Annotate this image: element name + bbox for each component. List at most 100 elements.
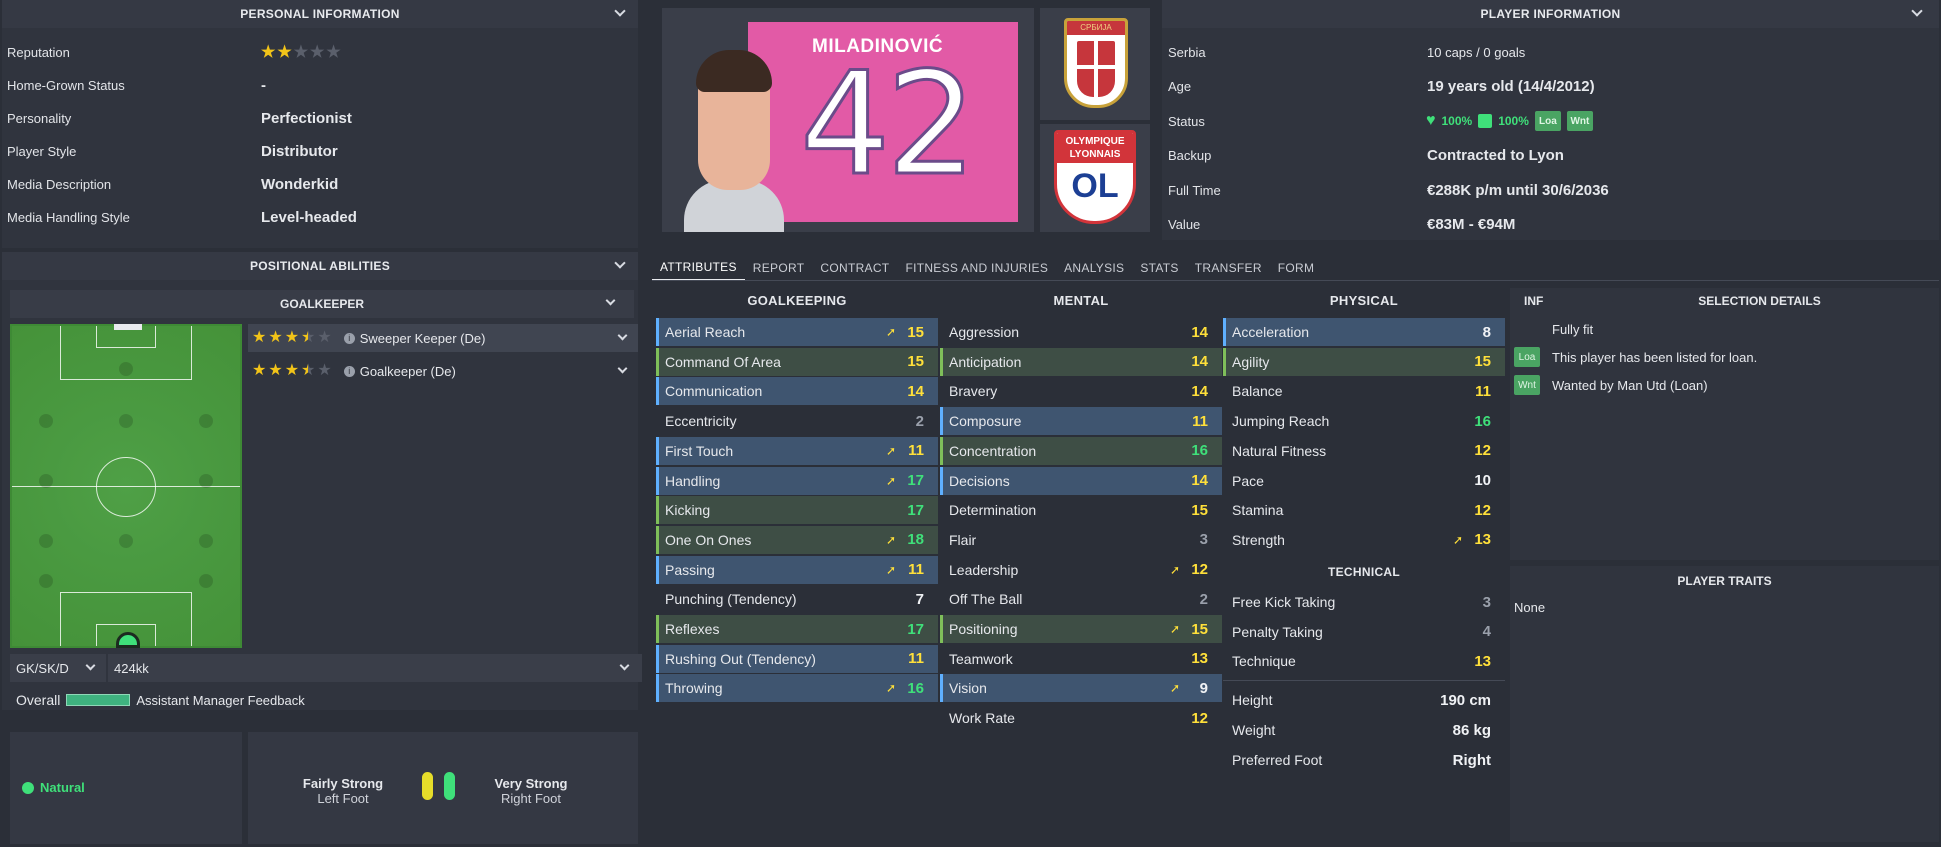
chevron-down-icon[interactable] bbox=[85, 660, 96, 671]
attribute-name: Composure bbox=[949, 413, 1022, 430]
attribute-name: Command Of Area bbox=[665, 353, 781, 370]
personal-information-header[interactable]: PERSONAL INFORMATION bbox=[2, 0, 638, 28]
attribute-row[interactable]: Eccentricity 2 bbox=[656, 407, 938, 435]
attribute-value: 14 bbox=[1191, 323, 1208, 341]
selection-badge[interactable]: Loa bbox=[1514, 347, 1540, 367]
club-badge-panel: OLYMPIQUE LYONNAIS OL bbox=[1040, 124, 1150, 232]
attribute-row[interactable]: Teamwork 13 bbox=[940, 645, 1222, 673]
tab-fitness-and-injuries[interactable]: FITNESS AND INJURIES bbox=[897, 255, 1056, 281]
role-row[interactable]: ★ ★ ★ ★ ★ i Goalkeeper (De) bbox=[248, 357, 638, 385]
attribute-row[interactable]: Communication 14 bbox=[656, 377, 938, 406]
attribute-row[interactable]: Composure 11 bbox=[940, 407, 1222, 436]
attribute-row[interactable]: Stamina 12 bbox=[1223, 496, 1505, 524]
info-icon[interactable]: i bbox=[343, 365, 355, 377]
chevron-down-icon[interactable] bbox=[619, 660, 630, 671]
attribute-row[interactable]: Concentration 16 bbox=[940, 436, 1222, 465]
tab-form[interactable]: FORM bbox=[1270, 255, 1323, 281]
attribute-row[interactable]: Aggression 14 bbox=[940, 318, 1222, 346]
attribute-row[interactable]: Passing ➚ 11 bbox=[656, 555, 938, 584]
player-information-header[interactable]: PLAYER INFORMATION bbox=[1162, 0, 1939, 28]
attribute-name: Handling bbox=[665, 472, 721, 489]
fitness-value: 100% bbox=[1441, 114, 1473, 128]
sharpness-icon bbox=[1478, 114, 1493, 128]
attribute-row[interactable]: Command Of Area 15 bbox=[656, 347, 938, 376]
inf-label: INF bbox=[1524, 294, 1544, 308]
attribute-row[interactable]: Natural Fitness 12 bbox=[1223, 437, 1505, 465]
attribute-row[interactable]: Jumping Reach 16 bbox=[1223, 407, 1505, 435]
chevron-down-icon[interactable] bbox=[614, 5, 626, 17]
selection-badge[interactable]: Wnt bbox=[1514, 375, 1540, 395]
attribute-row[interactable]: Penalty Taking 4 bbox=[1223, 618, 1505, 646]
player-info-row: Serbia 10 caps / 0 goals bbox=[1162, 35, 1939, 69]
arrow-up-icon: ➚ bbox=[885, 681, 896, 696]
attribute-row[interactable]: Bravery 14 bbox=[940, 377, 1222, 405]
personal-info-value: Perfectionist bbox=[261, 110, 352, 127]
attribute-row[interactable]: Aerial Reach ➚ 15 bbox=[656, 318, 938, 346]
wanted-badge[interactable]: Wnt bbox=[1566, 111, 1593, 131]
loan-badge[interactable]: Loa bbox=[1534, 111, 1561, 131]
chevron-down-icon[interactable] bbox=[605, 295, 616, 306]
attribute-value: 8 bbox=[1482, 323, 1491, 341]
attribute-row[interactable]: Anticipation 14 bbox=[940, 347, 1222, 376]
position-select[interactable]: GK/SK/D bbox=[10, 654, 106, 682]
chevron-down-icon[interactable] bbox=[614, 257, 626, 269]
attribute-row[interactable]: Punching (Tendency) 7 bbox=[656, 585, 938, 613]
attribute-row[interactable]: Leadership ➚ 12 bbox=[940, 556, 1222, 584]
attribute-name: One On Ones bbox=[665, 531, 752, 548]
left-foot-label: Left Foot bbox=[317, 791, 369, 806]
attribute-row[interactable]: Positioning ➚ 15 bbox=[940, 615, 1222, 643]
role-stars: ★ ★ ★ ★ ★ bbox=[252, 330, 332, 346]
attribute-row[interactable]: Pace 10 bbox=[1223, 467, 1505, 495]
tab-stats[interactable]: STATS bbox=[1132, 255, 1186, 281]
attribute-row[interactable]: Throwing ➚ 16 bbox=[656, 674, 938, 703]
personal-info-value: Distributor bbox=[261, 143, 338, 160]
selection-row: Loa This player has been listed for loan. bbox=[1514, 344, 1934, 370]
attribute-row[interactable]: Strength ➚ 13 bbox=[1223, 526, 1505, 554]
chevron-down-icon[interactable] bbox=[1911, 5, 1923, 17]
attribute-row[interactable]: Off The Ball 2 bbox=[940, 585, 1222, 613]
tab-attributes[interactable]: ATTRIBUTES bbox=[652, 255, 745, 281]
attribute-row[interactable]: Acceleration 8 bbox=[1223, 318, 1505, 346]
chevron-down-icon[interactable] bbox=[617, 363, 628, 374]
attribute-row[interactable]: Decisions 14 bbox=[940, 466, 1222, 495]
arrow-up-icon: ➚ bbox=[885, 562, 896, 577]
positional-abilities-header[interactable]: POSITIONAL ABILITIES bbox=[2, 252, 638, 280]
natural-position-panel: Natural bbox=[10, 732, 242, 844]
chevron-down-icon[interactable] bbox=[617, 330, 628, 341]
tab-transfer[interactable]: TRANSFER bbox=[1187, 255, 1270, 281]
attribute-row[interactable]: Technique 13 bbox=[1223, 647, 1505, 675]
attribute-value: 12 bbox=[1191, 709, 1208, 727]
selection-details-panel: INF SELECTION DETAILS Fully fit Loa This p… bbox=[1510, 288, 1939, 560]
player-info-row: Full Time €288K p/m until 30/6/2036 bbox=[1162, 173, 1939, 207]
role-row[interactable]: ★ ★ ★ ★ ★ i Sweeper Keeper (De) bbox=[248, 324, 638, 352]
attribute-row[interactable]: Work Rate 12 bbox=[940, 704, 1222, 732]
arrow-up-icon: ➚ bbox=[885, 325, 896, 339]
tab-report[interactable]: REPORT bbox=[745, 255, 813, 281]
attribute-row[interactable]: Rushing Out (Tendency) 11 bbox=[656, 644, 938, 673]
attribute-row[interactable]: One On Ones ➚ 18 bbox=[656, 525, 938, 554]
info-icon[interactable]: i bbox=[343, 332, 355, 344]
attribute-name: Positioning bbox=[949, 621, 1018, 637]
role-star-rating: ★ ★ ★ ★ ★ bbox=[252, 363, 332, 379]
tab-contract[interactable]: CONTRACT bbox=[812, 255, 897, 281]
attribute-value: 17 bbox=[907, 501, 924, 519]
player-information-title: PLAYER INFORMATION bbox=[1480, 7, 1621, 21]
attribute-row[interactable]: Balance 11 bbox=[1223, 377, 1505, 405]
player-info-label: Value bbox=[1168, 217, 1201, 232]
selection-row: Fully fit bbox=[1514, 316, 1934, 342]
attribute-row[interactable]: Determination 15 bbox=[940, 496, 1222, 524]
natural-label: Natural bbox=[40, 780, 85, 795]
attribute-row[interactable]: Kicking 17 bbox=[656, 496, 938, 525]
attribute-row[interactable]: Agility 15 bbox=[1223, 347, 1505, 376]
attribute-row[interactable]: Vision ➚ 9 bbox=[940, 674, 1222, 703]
attribute-row[interactable]: Free Kick Taking 3 bbox=[1223, 588, 1505, 616]
attribute-row[interactable]: Handling ➚ 17 bbox=[656, 466, 938, 495]
tab-analysis[interactable]: ANALYSIS bbox=[1056, 255, 1132, 281]
attribute-name: Work Rate bbox=[949, 710, 1015, 727]
attribute-row[interactable]: Flair 3 bbox=[940, 526, 1222, 554]
goalkeeper-group-header[interactable]: GOALKEEPER bbox=[10, 290, 634, 318]
player-info-label: Status bbox=[1168, 113, 1205, 129]
attribute-row[interactable]: First Touch ➚ 11 bbox=[656, 436, 938, 465]
attribute-row[interactable]: Reflexes 17 bbox=[656, 615, 938, 643]
tactic-select[interactable]: 424kk bbox=[108, 654, 642, 682]
